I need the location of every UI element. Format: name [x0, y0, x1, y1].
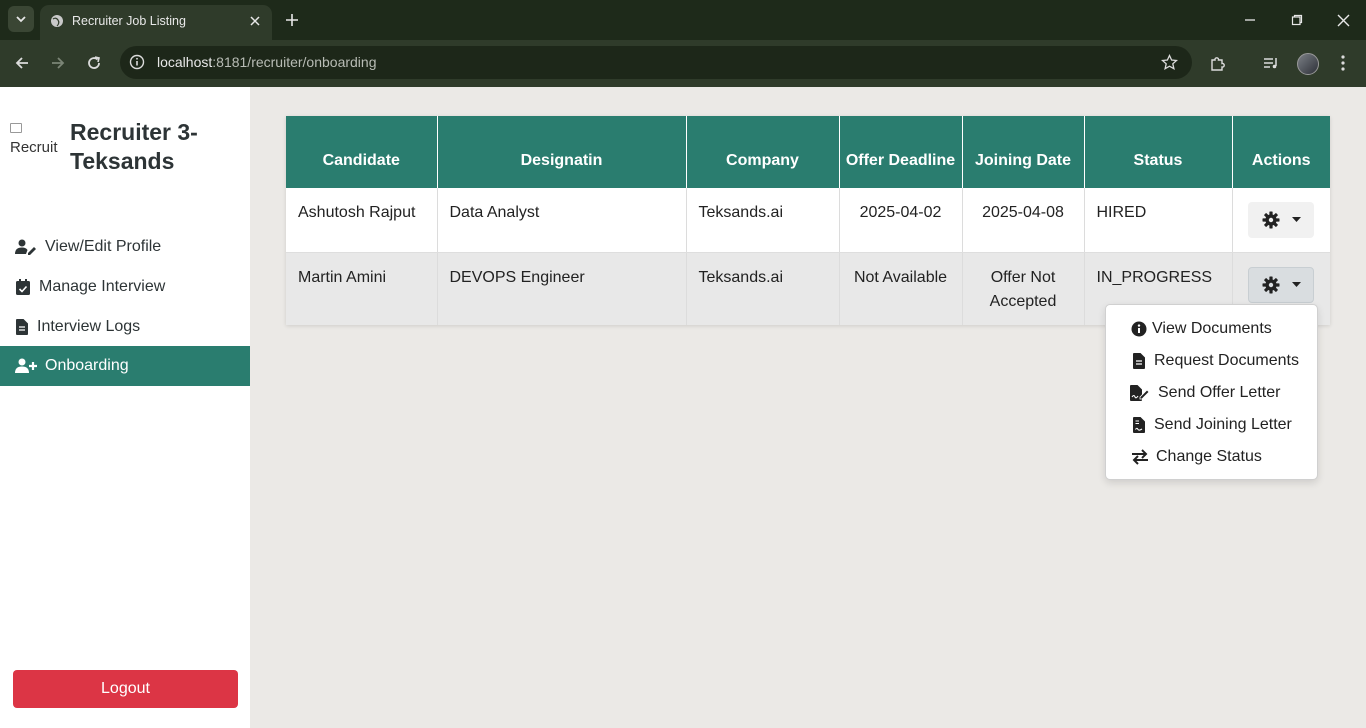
actions-dropdown-button[interactable] — [1248, 202, 1315, 238]
company-cell: Teksands.ai — [686, 252, 840, 325]
sidebar-item-label: Interview Logs — [37, 318, 141, 335]
column-header: Status — [1084, 116, 1233, 188]
menu-item-view-documents[interactable]: View Documents — [1130, 317, 1272, 341]
forward-arrow-icon[interactable] — [45, 50, 71, 76]
sidebar-item-label: Onboarding — [45, 357, 129, 374]
info-circle-icon — [1130, 320, 1148, 338]
browser-tab-bar: Recruiter Job Listing — [0, 0, 1366, 40]
close-window-icon[interactable] — [1331, 8, 1355, 32]
candidate-cell: Martin Amini — [286, 252, 438, 325]
brand-title: Recruiter 3-Teksands — [70, 119, 198, 174]
address-bar[interactable]: localhost:8181/recruiter/onboarding — [120, 46, 1192, 79]
minimize-icon[interactable] — [1238, 8, 1262, 32]
caret-down-icon — [1291, 217, 1301, 222]
sidebar-item-manage-interview[interactable]: Manage Interview — [0, 267, 250, 307]
logo-image: Recruit — [10, 121, 62, 161]
table-row: Ashutosh Rajput Data Analyst Teksands.ai… — [286, 188, 1330, 253]
user-plus-icon — [15, 357, 37, 375]
sidebar-item-label: View/Edit Profile — [45, 238, 162, 255]
url-host: localhost — [157, 54, 213, 70]
menu-item-label: Send Joining Letter — [1154, 416, 1292, 433]
calendar-check-icon — [15, 278, 31, 296]
menu-item-label: Request Documents — [1154, 352, 1299, 369]
sidebar: Recruit Recruiter 3-Teksands View/Edit P… — [0, 87, 250, 728]
file-text-icon — [1130, 352, 1148, 370]
site-info-icon[interactable] — [128, 53, 146, 71]
offer-deadline-cell: 2025-04-02 — [839, 188, 963, 253]
close-tab-icon[interactable] — [246, 12, 264, 30]
menu-item-label: View Documents — [1152, 320, 1272, 337]
actions-dropdown-menu: View Documents Request Documents Send Of… — [1105, 304, 1318, 480]
onboarding-table: Candidate Designatin Company Offer Deadl… — [286, 116, 1330, 325]
logo-alt-text: Recruit — [10, 139, 58, 156]
status-cell: HIRED — [1084, 188, 1233, 253]
bookmark-star-icon[interactable] — [1160, 53, 1178, 71]
more-vertical-icon[interactable] — [1332, 52, 1354, 74]
column-header: Offer Deadline — [839, 116, 963, 188]
browser-tab[interactable]: Recruiter Job Listing — [40, 5, 272, 40]
menu-item-send-offer-letter[interactable]: Send Offer Letter — [1130, 381, 1280, 405]
reload-icon[interactable] — [81, 50, 107, 76]
logout-button[interactable]: Logout — [13, 670, 238, 708]
sidebar-item-onboarding[interactable]: Onboarding — [0, 346, 250, 386]
menu-item-change-status[interactable]: Change Status — [1130, 445, 1262, 469]
designation-cell: Data Analyst — [437, 188, 687, 253]
sidebar-item-label: Manage Interview — [39, 278, 166, 295]
file-icon — [15, 318, 29, 336]
browser-toolbar: localhost:8181/recruiter/onboarding — [0, 40, 1366, 87]
chevron-down-icon — [16, 16, 26, 23]
offer-deadline-cell: Not Available — [839, 252, 963, 325]
column-header: Designatin — [437, 116, 687, 188]
column-header: Company — [686, 116, 840, 188]
gear-icon — [1262, 276, 1280, 293]
gear-icon — [1262, 211, 1280, 229]
menu-item-send-joining-letter[interactable]: Send Joining Letter — [1130, 413, 1292, 437]
actions-cell — [1232, 188, 1330, 253]
joining-date-cell: Offer Not Accepted — [962, 252, 1085, 325]
column-header: Joining Date — [962, 116, 1085, 188]
table-header-row: Candidate Designatin Company Offer Deadl… — [286, 116, 1330, 188]
company-cell: Teksands.ai — [686, 188, 840, 253]
tab-search-button[interactable] — [8, 6, 34, 32]
sidebar-item-interview-logs[interactable]: Interview Logs — [0, 307, 250, 347]
menu-item-label: Change Status — [1156, 448, 1262, 465]
url-text[interactable]: localhost:8181/recruiter/onboarding — [157, 54, 377, 70]
restore-icon[interactable] — [1285, 8, 1309, 32]
file-contract-icon — [1130, 416, 1148, 434]
broken-image-icon — [10, 123, 22, 133]
file-signature-icon — [1130, 384, 1150, 402]
tab-title: Recruiter Job Listing — [72, 14, 186, 28]
extensions-puzzle-icon[interactable] — [1207, 52, 1229, 74]
joining-date-cell: 2025-04-08 — [962, 188, 1085, 253]
menu-item-label: Send Offer Letter — [1158, 384, 1281, 401]
caret-down-icon — [1291, 281, 1301, 287]
exchange-arrows-icon — [1130, 448, 1150, 466]
menu-item-request-documents[interactable]: Request Documents — [1130, 349, 1299, 373]
profile-avatar[interactable] — [1297, 53, 1319, 75]
candidate-cell: Ashutosh Rajput — [286, 188, 438, 253]
user-edit-icon — [15, 238, 37, 256]
column-header: Candidate — [286, 116, 438, 188]
back-arrow-icon[interactable] — [9, 50, 35, 76]
column-header: Actions — [1232, 116, 1330, 188]
media-playlist-icon[interactable] — [1260, 52, 1282, 74]
new-tab-icon[interactable] — [280, 8, 304, 32]
actions-dropdown-button[interactable] — [1248, 266, 1315, 303]
sidebar-item-view-edit-profile[interactable]: View/Edit Profile — [0, 227, 250, 267]
globe-icon — [51, 15, 63, 27]
designation-cell: DEVOPS Engineer — [437, 252, 687, 325]
url-path: :8181/recruiter/onboarding — [212, 54, 377, 70]
